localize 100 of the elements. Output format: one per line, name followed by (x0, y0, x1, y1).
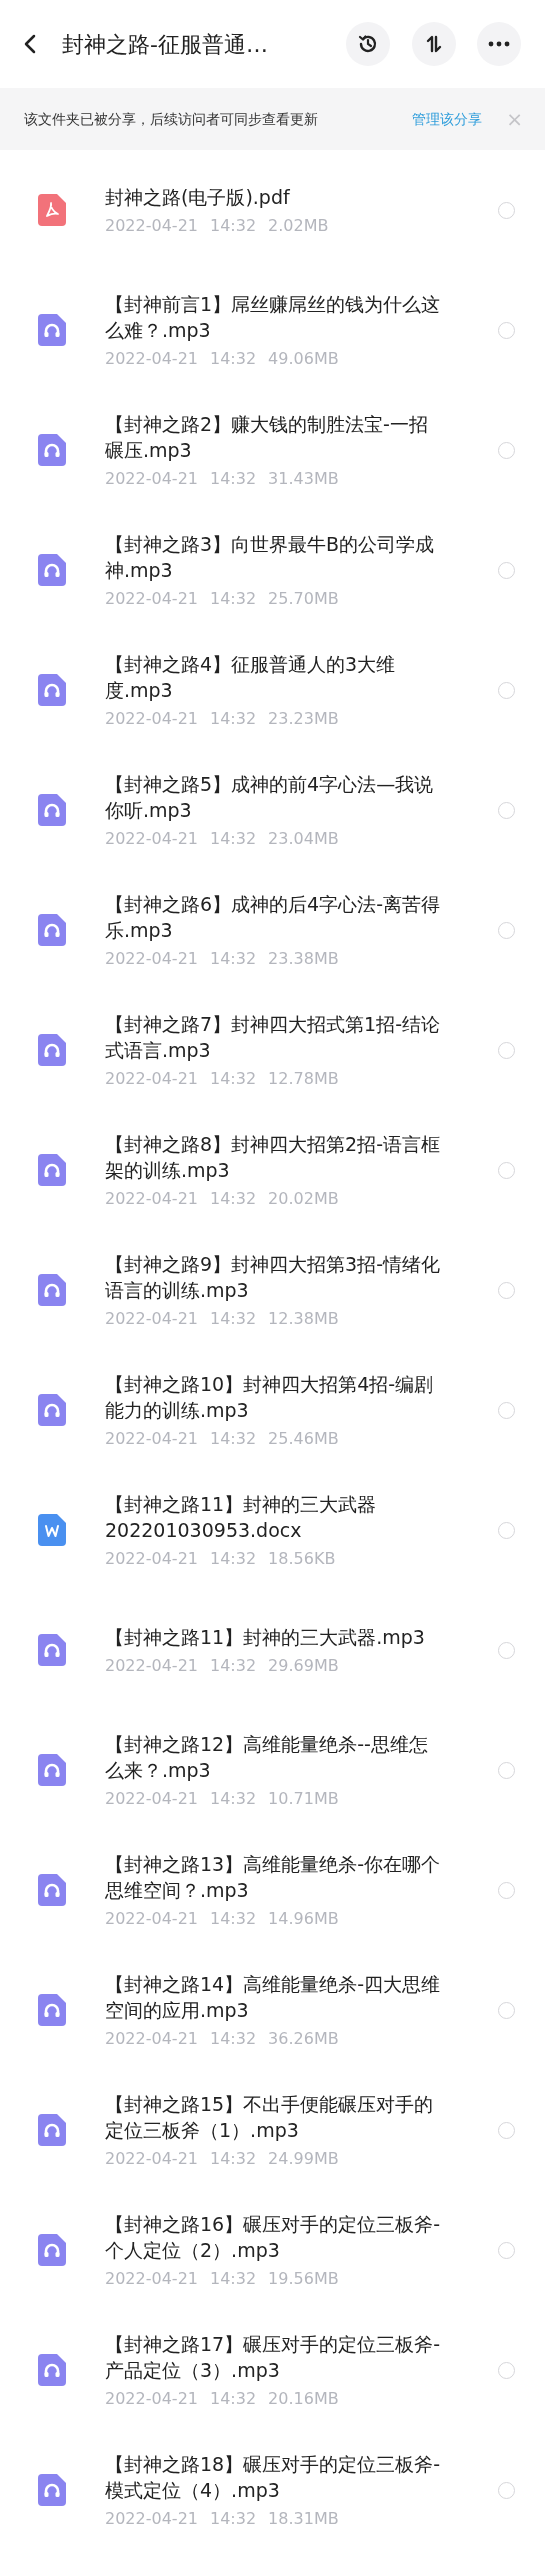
file-size: 23.04MB (268, 829, 339, 849)
file-date: 2022-04-21 (105, 1789, 198, 1809)
select-radio[interactable] (498, 1761, 515, 1779)
file-name[interactable]: 【封神之路4】征服普通人的3大维度.mp3 (105, 651, 445, 703)
file-time: 14:32 (210, 349, 257, 369)
banner-text: 该文件夹已被分享，后续访问者可同步查看更新 (24, 109, 318, 129)
file-time: 14:32 (210, 829, 257, 849)
headphones-file-icon (38, 1274, 66, 1306)
history-button[interactable] (346, 22, 390, 66)
file-time: 14:32 (210, 1789, 257, 1809)
file-size: 31.43MB (268, 469, 339, 489)
file-size: 12.38MB (268, 1309, 339, 1329)
file-size: 20.16MB (268, 2389, 339, 2409)
file-size: 19.56MB (268, 2269, 339, 2289)
back-icon[interactable] (22, 33, 38, 55)
select-radio[interactable] (498, 2361, 515, 2379)
headphones-file-icon (38, 1754, 66, 1786)
file-size: 14.96MB (268, 1909, 339, 1929)
file-time: 14:32 (210, 2269, 257, 2289)
select-radio[interactable] (498, 1881, 515, 1899)
file-time: 14:32 (210, 589, 257, 609)
select-radio[interactable] (498, 1401, 515, 1419)
file-date: 2022-04-21 (105, 1429, 198, 1449)
file-name[interactable]: 【封神之路12】高维能量绝杀--思维怎么来？.mp3 (105, 1731, 445, 1783)
select-radio[interactable] (498, 2001, 515, 2019)
headphones-file-icon (38, 434, 66, 466)
file-size: 2.02MB (268, 216, 329, 236)
file-name[interactable]: 封神之路(电子版).pdf (105, 184, 445, 210)
file-name[interactable]: 【封神之路5】成神的前4字心法—我说你听.mp3 (105, 771, 445, 823)
headphones-file-icon (38, 554, 66, 586)
file-name[interactable]: 【封神之路2】赚大钱的制胜法宝-一招碾压.mp3 (105, 411, 445, 463)
file-name[interactable]: 【封神之路16】碾压对手的定位三板斧-个人定位（2）.mp3 (105, 2211, 445, 2263)
select-radio[interactable] (498, 441, 515, 459)
file-time: 14:32 (210, 2509, 257, 2529)
file-name[interactable]: 【封神之路13】高维能量绝杀-你在哪个思维空间？.mp3 (105, 1851, 445, 1903)
file-date: 2022-04-21 (105, 469, 198, 489)
file-name[interactable]: 【封神前言1】屌丝赚屌丝的钱为什么这么难？.mp3 (105, 291, 445, 343)
file-time: 14:32 (210, 709, 257, 729)
file-date: 2022-04-21 (105, 589, 198, 609)
headphones-file-icon (38, 674, 66, 706)
file-name[interactable]: 【封神之路8】封神四大招第2招-语言框架的训练.mp3 (105, 1131, 445, 1183)
more-icon (488, 41, 510, 47)
word-file-icon (38, 1514, 66, 1546)
select-radio[interactable] (498, 201, 515, 219)
headphones-file-icon (38, 2474, 66, 2506)
file-name[interactable]: 【封神之路9】封神四大招第3招-情绪化语言的训练.mp3 (105, 1251, 445, 1303)
file-name[interactable]: 【封神之路18】碾压对手的定位三板斧-模式定位（4）.mp3 (105, 2451, 445, 2503)
file-name[interactable]: 【封神之路3】向世界最牛B的公司学成神.mp3 (105, 531, 445, 583)
file-size: 49.06MB (268, 349, 339, 369)
select-radio[interactable] (498, 321, 515, 339)
file-size: 25.46MB (268, 1429, 339, 1449)
select-radio[interactable] (498, 2121, 515, 2139)
headphones-file-icon (38, 1154, 66, 1186)
file-time: 14:32 (210, 2389, 257, 2409)
file-date: 2022-04-21 (105, 1549, 198, 1569)
more-button[interactable] (477, 22, 521, 66)
file-date: 2022-04-21 (105, 1309, 198, 1329)
select-radio[interactable] (498, 1641, 515, 1659)
headphones-file-icon (38, 1994, 66, 2026)
file-date: 2022-04-21 (105, 2269, 198, 2289)
history-icon (357, 33, 379, 55)
file-size: 18.31MB (268, 2509, 339, 2529)
pdf-file-icon (38, 194, 66, 226)
file-date: 2022-04-21 (105, 1189, 198, 1209)
file-date: 2022-04-21 (105, 216, 198, 236)
file-size: 29.69MB (268, 1656, 339, 1676)
headphones-file-icon (38, 1874, 66, 1906)
file-time: 14:32 (210, 2149, 257, 2169)
select-radio[interactable] (498, 1041, 515, 1059)
file-date: 2022-04-21 (105, 1069, 198, 1089)
file-time: 14:32 (210, 1656, 257, 1676)
select-radio[interactable] (498, 801, 515, 819)
select-radio[interactable] (498, 1161, 515, 1179)
file-name[interactable]: 【封神之路10】封神四大招第4招-编剧能力的训练.mp3 (105, 1371, 445, 1423)
file-name[interactable]: 【封神之路7】封神四大招式第1招-结论式语言.mp3 (105, 1011, 445, 1063)
file-date: 2022-04-21 (105, 2149, 198, 2169)
file-name[interactable]: 【封神之路14】高维能量绝杀-四大思维空间的应用.mp3 (105, 1971, 445, 2023)
file-name[interactable]: 【封神之路15】不出手便能碾压对手的定位三板斧（1）.mp3 (105, 2091, 445, 2143)
headphones-file-icon (38, 2114, 66, 2146)
select-radio[interactable] (498, 561, 515, 579)
sort-icon (424, 34, 444, 54)
select-radio[interactable] (498, 921, 515, 939)
select-radio[interactable] (498, 2241, 515, 2259)
file-name[interactable]: 【封神之路6】成神的后4字心法-离苦得乐.mp3 (105, 891, 445, 943)
select-radio[interactable] (498, 1521, 515, 1539)
file-date: 2022-04-21 (105, 829, 198, 849)
file-name[interactable]: 【封神之路11】封神的三大武器202201030953.docx (105, 1491, 445, 1543)
headphones-file-icon (38, 2234, 66, 2266)
select-radio[interactable] (498, 1281, 515, 1299)
file-name[interactable]: 【封神之路11】封神的三大武器.mp3 (105, 1624, 445, 1650)
sort-button[interactable] (412, 22, 456, 66)
file-size: 25.70MB (268, 589, 339, 609)
file-size: 10.71MB (268, 1789, 339, 1809)
headphones-file-icon (38, 2354, 66, 2386)
file-size: 12.78MB (268, 1069, 339, 1089)
file-name[interactable]: 【封神之路17】碾压对手的定位三板斧-产品定位（3）.mp3 (105, 2331, 445, 2383)
select-radio[interactable] (498, 681, 515, 699)
select-radio[interactable] (498, 2481, 515, 2499)
file-time: 14:32 (210, 1429, 257, 1449)
headphones-file-icon (38, 914, 66, 946)
